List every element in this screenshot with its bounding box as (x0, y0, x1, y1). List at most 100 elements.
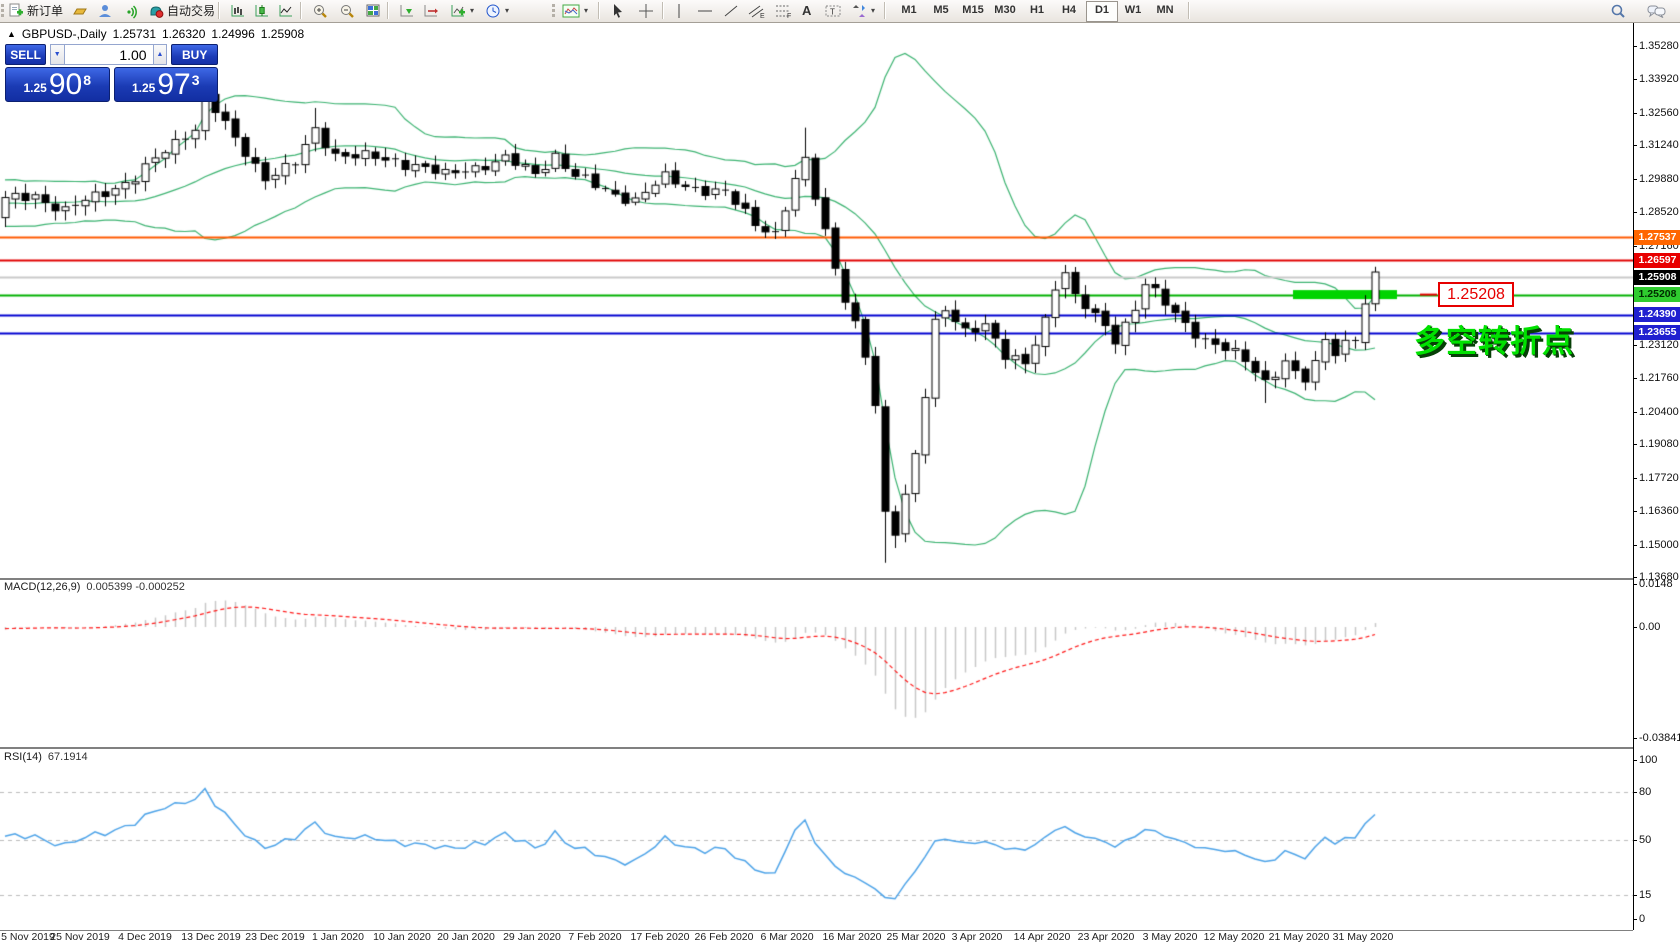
new-order-button[interactable]: 新订单 (6, 0, 65, 21)
date-label: 31 May 2020 (1333, 931, 1394, 942)
chart-title-overlay: ▲ GBPUSD-,Daily 1.25731 1.26320 1.24996 … (7, 27, 304, 41)
autotrading-button[interactable]: 自动交易 (146, 0, 217, 21)
rsi-axis-label: 15 (1639, 889, 1651, 901)
fibonacci-tool-icon[interactable]: F (773, 0, 795, 21)
trendline-tool-icon[interactable] (721, 0, 741, 21)
sell-price-display[interactable]: 1.25 90 8 (5, 67, 110, 102)
search-icon[interactable] (1608, 0, 1628, 21)
pane-divider[interactable] (0, 578, 1633, 580)
line-chart-mode-icon[interactable] (276, 0, 296, 21)
timeframe-mn-button[interactable]: MN (1150, 1, 1180, 20)
timeframe-m30-button[interactable]: M30 (990, 1, 1020, 20)
separator (1188, 2, 1190, 19)
profiles-button[interactable]: ▾ (483, 0, 511, 21)
price-tag-1.23655: 1.23655 (1634, 325, 1680, 340)
community-icon[interactable] (95, 0, 115, 21)
signals-icon[interactable] (120, 0, 140, 21)
rsi-pane-canvas[interactable] (0, 749, 1633, 930)
timeframe-m5-button[interactable]: M5 (926, 1, 956, 20)
date-label: 23 Dec 2019 (245, 931, 305, 942)
timeframe-m15-button[interactable]: M15 (958, 1, 988, 20)
date-label: 14 Apr 2020 (1014, 931, 1071, 942)
volume-increase-button[interactable]: ▲ (153, 44, 168, 65)
vertical-line-tool-icon[interactable] (670, 0, 688, 21)
timeframe-h1-button[interactable]: H1 (1022, 1, 1052, 20)
text-label-tool-icon[interactable]: T (822, 0, 844, 21)
price-tick-label: 1.19080 (1639, 438, 1679, 450)
horizontal-line-tool-icon[interactable] (695, 0, 715, 21)
macd-axis-label: -0.038415 (1639, 732, 1680, 744)
timeframe-w1-button[interactable]: W1 (1118, 1, 1148, 20)
chat-icon[interactable] (1645, 0, 1669, 21)
timeframe-d1-button[interactable]: D1 (1086, 1, 1118, 22)
date-label: 21 May 2020 (1269, 931, 1330, 942)
arrows-tool-button[interactable]: ▾ (849, 0, 877, 21)
chinese-annotation: 多空转折点 (1414, 316, 1574, 361)
price-tick-label: 1.17720 (1639, 472, 1679, 484)
price-tick-label: 1.21760 (1639, 372, 1679, 384)
equidistant-channel-tool-icon[interactable]: E (746, 0, 768, 21)
price-level-callout[interactable]: 1.25208 (1438, 282, 1514, 307)
main-toolbar: 新订单 自动交易 ▾ ▾ ▾ E F A T ▾ M1M5M15M30H1H4D… (0, 0, 1680, 23)
price-tag-1.26597: 1.26597 (1634, 253, 1680, 268)
price-tick-label: 1.16360 (1639, 505, 1679, 517)
buy-button[interactable]: BUY (171, 44, 218, 65)
sell-button[interactable]: SELL (5, 44, 46, 65)
date-label: 26 Feb 2020 (695, 931, 754, 942)
date-label: 12 May 2020 (1204, 931, 1265, 942)
timeframe-h4-button[interactable]: H4 (1054, 1, 1084, 20)
price-tick-label: 1.15000 (1639, 539, 1679, 551)
autotrading-label: 自动交易 (167, 2, 215, 19)
main-chart-canvas[interactable] (0, 22, 1633, 578)
date-label: 13 Dec 2019 (181, 931, 241, 942)
separator (387, 2, 389, 19)
volume-input[interactable] (65, 44, 153, 65)
date-label: 25 Nov 2019 (50, 931, 110, 942)
price-tick-label: 1.31240 (1639, 139, 1679, 151)
date-label: 1 Jan 2020 (312, 931, 364, 942)
volume-decrease-button[interactable]: ▼ (50, 44, 65, 65)
separator (598, 2, 600, 19)
macd-pane-canvas[interactable] (0, 580, 1633, 747)
rsi-axis-label: 50 (1639, 834, 1651, 846)
macd-axis-label: 0.0148 (1639, 578, 1673, 590)
crosshair-icon[interactable] (636, 0, 656, 21)
price-tick-label: 1.28520 (1639, 206, 1679, 218)
buy-price-display[interactable]: 1.25 97 3 (114, 67, 219, 102)
buy-price-prefix: 1.25 (132, 81, 155, 95)
text-tool-icon[interactable]: A (800, 0, 813, 21)
one-click-trading-widget: SELL ▼ ▲ BUY 1.25 90 8 1.25 97 3 (5, 44, 218, 102)
new-chart-button[interactable]: ▾ (448, 0, 476, 21)
sell-price-pip: 8 (83, 72, 91, 88)
timeframe-m1-button[interactable]: M1 (894, 1, 924, 20)
rsi-axis-label: 100 (1639, 754, 1657, 766)
cursor-icon[interactable] (608, 0, 628, 21)
svg-text:E: E (760, 13, 765, 19)
candlestick-mode-icon[interactable] (252, 0, 272, 21)
autotrading-icon (148, 3, 164, 19)
price-tag-1.27537: 1.27537 (1634, 230, 1680, 245)
bar-chart-mode-icon[interactable] (228, 0, 248, 21)
chart-shift-icon[interactable] (421, 0, 441, 21)
pane-divider[interactable] (0, 747, 1633, 749)
price-tag-1.25908: 1.25908 (1634, 270, 1680, 285)
separator (218, 2, 220, 19)
buy-price-main: 97 (157, 70, 190, 100)
date-label: 20 Jan 2020 (437, 931, 495, 942)
collapse-triangle-icon[interactable]: ▲ (7, 29, 16, 39)
indicators-button[interactable]: ▾ (560, 0, 590, 21)
date-label: 3 Apr 2020 (952, 931, 1003, 942)
ohlc-close: 1.25908 (261, 27, 304, 41)
date-label: 3 May 2020 (1143, 931, 1198, 942)
zoom-out-icon[interactable] (337, 0, 357, 21)
price-tick-label: 1.33920 (1639, 73, 1679, 85)
date-label: 7 Feb 2020 (568, 931, 621, 942)
zoom-in-icon[interactable] (310, 0, 330, 21)
date-label: 4 Dec 2019 (118, 931, 172, 942)
auto-scroll-icon[interactable] (397, 0, 417, 21)
tile-windows-icon[interactable] (363, 0, 383, 21)
date-label: 29 Jan 2020 (503, 931, 561, 942)
date-label: 6 Mar 2020 (760, 931, 813, 942)
market-watch-icon[interactable] (70, 0, 90, 21)
separator (300, 2, 302, 19)
